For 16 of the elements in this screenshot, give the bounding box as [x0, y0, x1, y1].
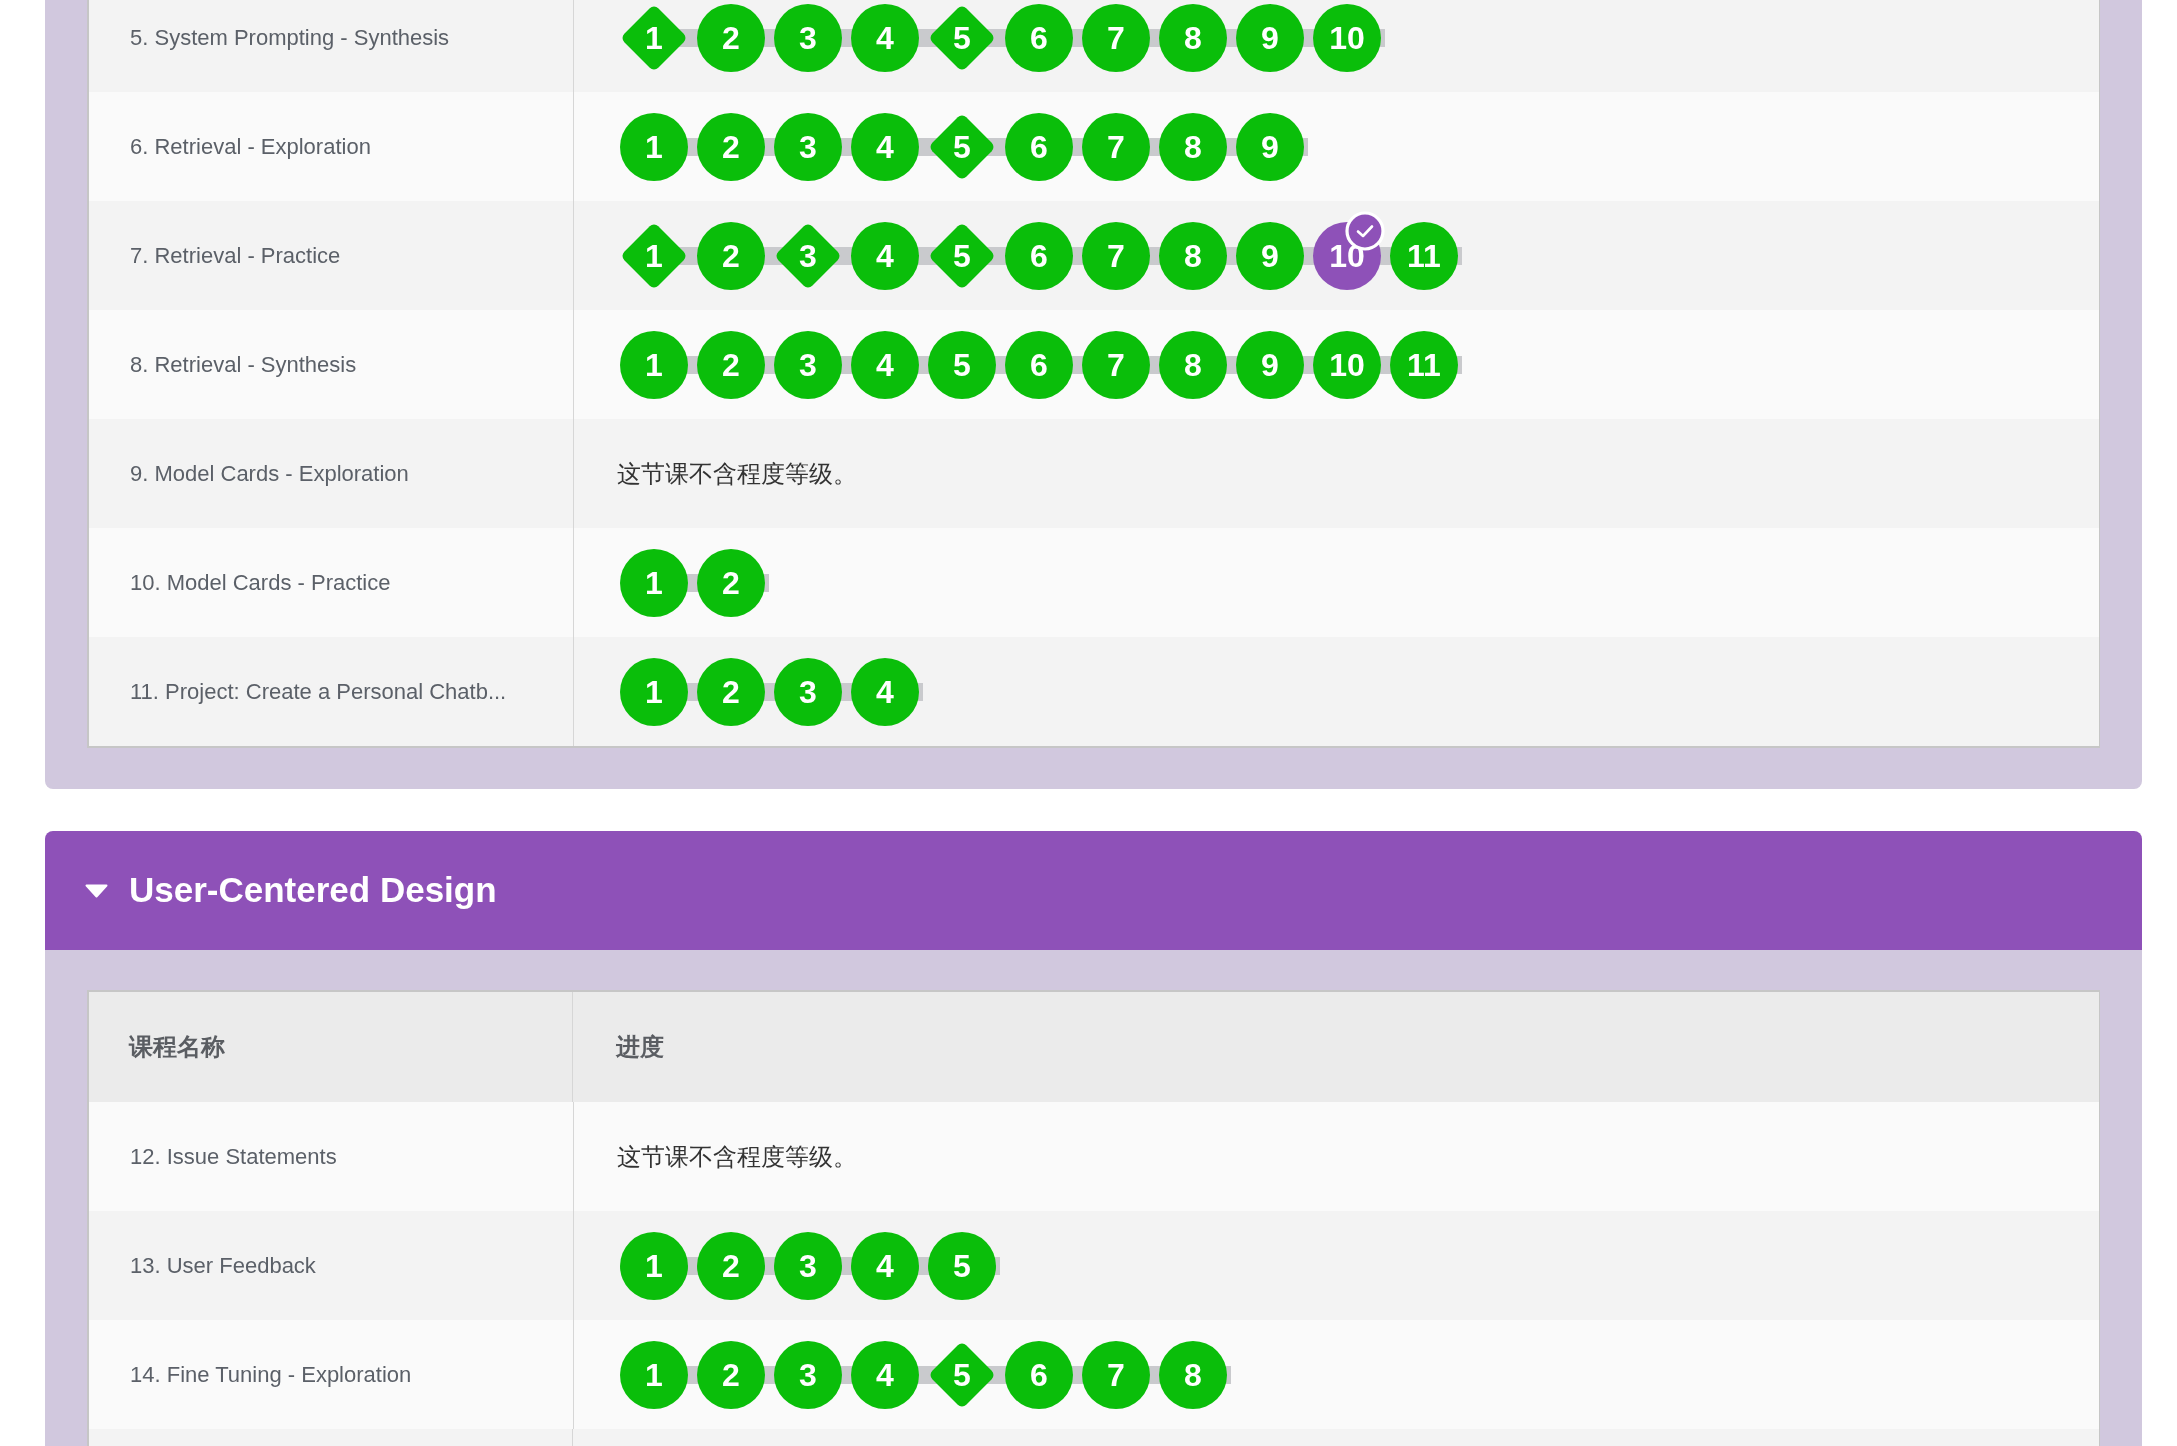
no-levels-note: 这节课不含程度等级。: [617, 1141, 857, 1172]
column-header: 课程名称: [129, 1032, 225, 1062]
course-name: 14. Fine Tuning - Exploration: [130, 1361, 412, 1389]
course-name: 12. Issue Statements: [130, 1143, 337, 1171]
no-levels-note: 这节课不含程度等级。: [617, 458, 857, 489]
section-header[interactable]: User-Centered Design: [45, 831, 2142, 950]
course-name: 13. User Feedback: [130, 1252, 316, 1280]
column-header: 进度: [616, 1032, 664, 1062]
section-title: User-Centered Design: [129, 869, 497, 912]
course-name: 11. Project: Create a Personal Chatb...: [130, 678, 507, 706]
course-name: 5. System Prompting - Synthesis: [130, 24, 450, 52]
course-name: 10. Model Cards - Practice: [130, 569, 391, 597]
course-name: 8. Retrieval - Synthesis: [130, 351, 357, 379]
course-name: 7. Retrieval - Practice: [130, 242, 341, 270]
course-name: 6. Retrieval - Exploration: [130, 133, 371, 161]
course-name: 9. Model Cards - Exploration: [130, 460, 409, 488]
